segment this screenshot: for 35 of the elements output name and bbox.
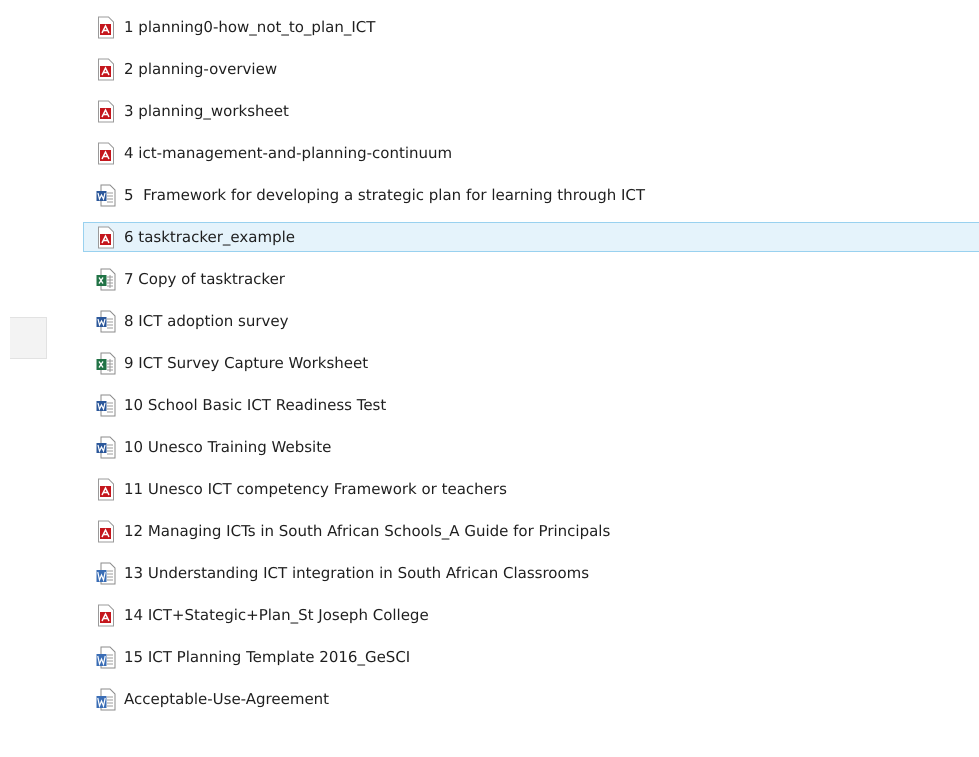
file-item[interactable]: 8 ICT adoption survey (83, 306, 979, 336)
word-document-icon (96, 310, 116, 332)
file-item[interactable]: 13 Understanding ICT integration in South African Classrooms (83, 558, 979, 588)
file-item[interactable]: 6 tasktracker_example (83, 222, 979, 252)
pdf-file-icon (96, 478, 116, 500)
word-document-icon (96, 394, 116, 416)
file-item[interactable]: 15 ICT Planning Template 2016_GeSCI (83, 642, 979, 672)
word-document-icon (96, 436, 116, 458)
file-item[interactable]: 4 ict-management-and-planning-continuum (83, 138, 979, 168)
pdf-file-icon (96, 142, 116, 164)
spreadsheet-icon (96, 352, 116, 374)
pane-item-background (10, 317, 47, 359)
file-item[interactable]: Acceptable-Use-Agreement (83, 684, 979, 714)
word-document-icon (96, 688, 116, 710)
file-item[interactable]: 11 Unesco ICT competency Framework or teachers (83, 474, 979, 504)
pdf-file-icon (96, 226, 116, 248)
spreadsheet-icon (96, 268, 116, 290)
pdf-file-icon (96, 520, 116, 542)
file-item[interactable]: 9 ICT Survey Capture Worksheet (83, 348, 979, 378)
pdf-file-icon (96, 100, 116, 122)
pdf-file-icon (96, 58, 116, 80)
file-item[interactable]: 10 School Basic ICT Readiness Test (83, 390, 979, 420)
file-item[interactable]: 5 Framework for developing a strategic plan for learning through ICT (83, 180, 979, 210)
word-document-icon (96, 646, 116, 668)
word-document-icon (96, 562, 116, 584)
word-document-icon (96, 184, 116, 206)
file-item[interactable]: 14 ICT+Stategic+Plan_St Joseph College (83, 600, 979, 630)
file-item[interactable]: 10 Unesco Training Website (83, 432, 979, 462)
pdf-file-icon (96, 604, 116, 626)
pdf-file-icon (96, 16, 116, 38)
file-item[interactable]: 12 Managing ICTs in South African Schools_A Guide for Principals (83, 516, 979, 546)
file-item[interactable]: 7 Copy of tasktracker (83, 264, 979, 294)
file-item[interactable]: 3 planning_worksheet (83, 96, 979, 126)
file-item[interactable]: 2 planning-overview (83, 54, 979, 84)
file-item[interactable]: 1 planning0-how_not_to_plan_ICT (83, 12, 979, 42)
